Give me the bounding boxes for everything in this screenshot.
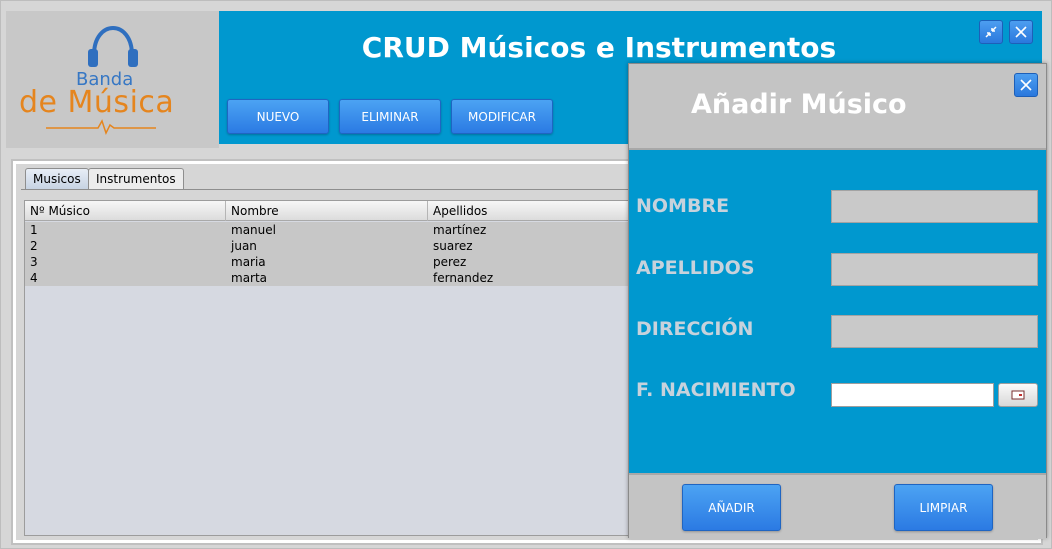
- nuevo-button[interactable]: NUEVO: [227, 99, 329, 134]
- date-picker-button[interactable]: [998, 383, 1038, 407]
- cell-numero: 4: [30, 271, 38, 285]
- eliminar-button[interactable]: ELIMINAR: [339, 99, 441, 134]
- cell-numero: 2: [30, 239, 38, 253]
- limpiar-button[interactable]: LIMPIAR: [894, 484, 993, 531]
- close-icon: [1020, 79, 1032, 91]
- dialog-footer: AÑADIR LIMPIAR: [629, 473, 1046, 539]
- close-icon: [1015, 26, 1027, 38]
- cell-numero: 1: [30, 223, 38, 237]
- apellidos-label: APELLIDOS: [636, 257, 755, 279]
- cell-nombre: maria: [231, 255, 266, 269]
- dialog-header: Añadir Músico: [629, 64, 1046, 150]
- cell-apellidos: suarez: [433, 239, 473, 253]
- cell-apellidos: martínez: [433, 223, 487, 237]
- column-header-apellidos[interactable]: Apellidos: [428, 201, 630, 221]
- minimize-button[interactable]: [979, 20, 1003, 44]
- cell-nombre: marta: [231, 271, 268, 285]
- nombre-field[interactable]: [831, 190, 1038, 223]
- tab-musicos[interactable]: Musicos: [25, 168, 89, 189]
- app-title: CRUD Músicos e Instrumentos: [361, 31, 837, 64]
- cell-nombre: manuel: [231, 223, 276, 237]
- add-musician-dialog: Añadir Músico NOMBRE APELLIDOS DIRECCIÓN…: [628, 63, 1047, 539]
- anadir-button[interactable]: AÑADIR: [682, 484, 781, 531]
- direccion-field[interactable]: [831, 315, 1038, 348]
- direccion-label: DIRECCIÓN: [636, 318, 754, 340]
- close-window-button[interactable]: [1009, 20, 1033, 44]
- calendar-icon: [1011, 390, 1025, 400]
- modificar-button[interactable]: MODIFICAR: [451, 99, 553, 134]
- column-header-numero[interactable]: Nº Músico: [25, 201, 226, 221]
- cell-apellidos: perez: [433, 255, 467, 269]
- cell-nombre: juan: [231, 239, 257, 253]
- logo-text-de-musica: de Música: [19, 85, 175, 120]
- minimize-icon: [985, 26, 997, 38]
- dialog-title: Añadir Músico: [691, 89, 907, 120]
- column-header-nombre[interactable]: Nombre: [226, 201, 428, 221]
- tab-instrumentos[interactable]: Instrumentos: [88, 168, 184, 189]
- logo-panel: Banda de Música: [6, 11, 219, 148]
- apellidos-field[interactable]: [831, 253, 1038, 286]
- cell-apellidos: fernandez: [433, 271, 494, 285]
- cell-numero: 3: [30, 255, 38, 269]
- dialog-close-button[interactable]: [1014, 73, 1038, 97]
- nombre-label: NOMBRE: [636, 195, 730, 217]
- nacimiento-date-field[interactable]: [831, 383, 994, 407]
- nacimiento-label: F. NACIMIENTO: [636, 379, 796, 401]
